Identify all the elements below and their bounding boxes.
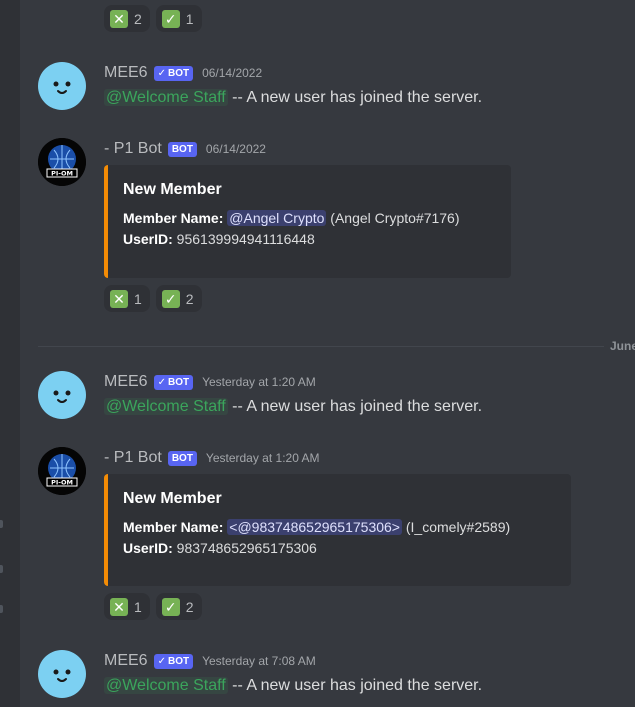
- verified-check-icon: ✓: [157, 67, 166, 79]
- avatar[interactable]: PI-OM: [38, 447, 86, 495]
- p1-globe-logo-icon: PI-OM: [38, 447, 86, 495]
- check-mark-icon: ✓: [161, 289, 180, 308]
- timestamp: Yesterday at 1:20 AM: [205, 451, 320, 465]
- reaction-count: 2: [134, 10, 142, 27]
- reaction-check[interactable]: ✓ 2: [155, 285, 202, 312]
- cross-mark-icon: ✕: [110, 597, 128, 616]
- username[interactable]: - P1 Bot: [104, 140, 162, 158]
- verified-check-icon: ✓: [157, 376, 166, 388]
- avatar[interactable]: PI-OM: [38, 138, 86, 186]
- bot-tag: ✓ BOT: [153, 65, 194, 81]
- mee6-face-icon: [53, 669, 71, 682]
- message-content: @Welcome Staff -- A new user has joined …: [104, 398, 482, 416]
- embed-title: New Member: [123, 490, 222, 507]
- date-divider-label: June: [610, 339, 635, 353]
- date-divider: [38, 346, 604, 347]
- avatar[interactable]: [38, 371, 86, 419]
- role-mention[interactable]: @Welcome Staff: [104, 677, 228, 694]
- reaction-bar: ✕ 1 ✓ 2: [104, 285, 202, 312]
- embed-member-name: Member Name: <@983748652965175306> (I_co…: [123, 519, 511, 535]
- cross-mark-icon: ✕: [110, 9, 128, 28]
- reaction-count: 2: [185, 598, 194, 615]
- avatar[interactable]: [38, 62, 86, 110]
- svg-text:PI-OM: PI-OM: [51, 170, 73, 178]
- reaction-bar: ✕ 1 ✓ 2: [104, 593, 202, 620]
- sidebar-indicator: [0, 605, 3, 613]
- reaction-cross[interactable]: ✕ 1: [104, 593, 150, 620]
- avatar[interactable]: [38, 650, 86, 698]
- message-text: -- A new user has joined the server.: [227, 89, 483, 106]
- embed-user-id: UserID: 983748652965175306: [123, 540, 317, 556]
- reaction-count: 1: [134, 598, 142, 615]
- embed-member-name: Member Name: @Angel Crypto (Angel Crypto…: [123, 210, 460, 226]
- timestamp: 06/14/2022: [202, 66, 263, 80]
- mee6-face-icon: [53, 390, 71, 403]
- username[interactable]: - P1 Bot: [104, 449, 162, 467]
- reaction-cross[interactable]: ✕ 1: [104, 285, 150, 312]
- username[interactable]: MEE6: [104, 652, 148, 670]
- message-content: @Welcome Staff -- A new user has joined …: [104, 89, 482, 107]
- message-content: @Welcome Staff -- A new user has joined …: [104, 677, 482, 695]
- reaction-count: 1: [134, 290, 142, 307]
- message-header: - P1 Bot BOT 06/14/2022: [104, 140, 266, 158]
- sidebar-indicator: [0, 565, 3, 573]
- role-mention[interactable]: @Welcome Staff: [104, 398, 228, 415]
- embed-title: New Member: [123, 181, 222, 198]
- cross-mark-icon: ✕: [110, 289, 128, 308]
- mee6-face-icon: [53, 81, 71, 94]
- reaction-check[interactable]: ✓ 1: [155, 5, 202, 32]
- reaction-count: 2: [185, 290, 194, 307]
- timestamp: 06/14/2022: [205, 142, 266, 156]
- timestamp: Yesterday at 1:20 AM: [202, 375, 316, 389]
- timestamp: Yesterday at 7:08 AM: [202, 654, 316, 668]
- sidebar-indicator: [0, 520, 3, 528]
- p1-globe-logo-icon: PI-OM: [38, 138, 86, 186]
- username[interactable]: MEE6: [104, 373, 148, 391]
- message-header: MEE6 ✓ BOT 06/14/2022: [104, 64, 262, 82]
- server-sidebar-edge: [0, 0, 20, 707]
- bot-tag: BOT: [167, 450, 197, 466]
- reaction-bar: ✕ 2 ✓ 1: [104, 5, 202, 32]
- embed-user-id: UserID: 956139994941116448: [123, 231, 315, 247]
- message-text: -- A new user has joined the server.: [227, 398, 483, 415]
- user-mention[interactable]: @Angel Crypto: [227, 210, 327, 226]
- message-header: - P1 Bot BOT Yesterday at 1:20 AM: [104, 449, 320, 467]
- embed-card: New Member Member Name: <@98374865296517…: [104, 474, 571, 586]
- reaction-count: 1: [185, 10, 194, 27]
- verified-check-icon: ✓: [157, 655, 166, 667]
- bot-tag: BOT: [167, 141, 197, 157]
- bot-tag: ✓ BOT: [153, 653, 194, 669]
- bot-tag: ✓ BOT: [153, 374, 194, 390]
- check-mark-icon: ✓: [161, 9, 180, 28]
- username[interactable]: MEE6: [104, 64, 148, 82]
- message-header: MEE6 ✓ BOT Yesterday at 1:20 AM: [104, 373, 316, 391]
- svg-text:PI-OM: PI-OM: [51, 479, 73, 487]
- embed-card: New Member Member Name: @Angel Crypto (A…: [104, 165, 511, 278]
- reaction-cross[interactable]: ✕ 2: [104, 5, 150, 32]
- role-mention[interactable]: @Welcome Staff: [104, 89, 228, 106]
- reaction-check[interactable]: ✓ 2: [155, 593, 202, 620]
- user-mention[interactable]: <@983748652965175306>: [227, 519, 402, 535]
- message-text: -- A new user has joined the server.: [227, 677, 483, 694]
- check-mark-icon: ✓: [161, 597, 180, 616]
- message-header: MEE6 ✓ BOT Yesterday at 7:08 AM: [104, 652, 316, 670]
